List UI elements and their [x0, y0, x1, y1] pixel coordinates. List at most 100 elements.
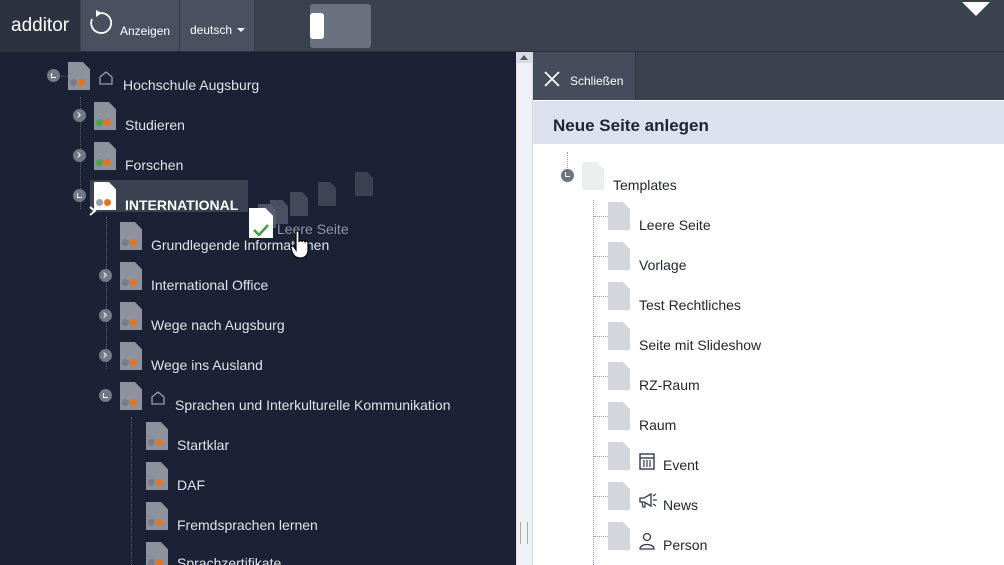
- page-icon[interactable]: [120, 342, 142, 370]
- template-vorlage[interactable]: Vorlage: [639, 257, 686, 273]
- tree-item-wege-nach-augsburg[interactable]: Wege nach Augsburg: [151, 317, 285, 333]
- tree-root-label[interactable]: Hochschule Augsburg: [123, 77, 259, 93]
- tree-item-daf[interactable]: DAF: [177, 477, 205, 493]
- expand-toggle[interactable]: [99, 349, 112, 362]
- caret-down-icon: [237, 28, 245, 32]
- templates-root-label[interactable]: Templates: [613, 177, 677, 193]
- tree-connector: [106, 217, 107, 369]
- panel-toolbar: Schließen: [533, 52, 1004, 100]
- expand-toggle[interactable]: [99, 309, 112, 322]
- page-icon[interactable]: [94, 142, 116, 170]
- expand-toggle[interactable]: [73, 109, 86, 122]
- language-dropdown[interactable]: deutsch: [180, 0, 255, 51]
- page-icon[interactable]: [146, 462, 168, 490]
- template-page-icon[interactable]: [608, 242, 630, 270]
- template-leere-seite[interactable]: Leere Seite: [639, 217, 711, 233]
- tree-connector: [594, 336, 608, 337]
- home-icon: [99, 71, 113, 85]
- page-icon[interactable]: [120, 382, 142, 410]
- tree-connector: [594, 216, 608, 217]
- tree-item-international-office[interactable]: International Office: [151, 277, 268, 293]
- tree-item-sprachen[interactable]: Sprachen und Interkulturelle Kommunikati…: [175, 397, 451, 413]
- megaphone-icon: [639, 492, 657, 508]
- template-test-rechtliches[interactable]: Test Rechtliches: [639, 297, 741, 313]
- tree-connector: [594, 296, 608, 297]
- tree-connector: [594, 376, 608, 377]
- tree-item-sprachzertifikate[interactable]: Sprachzertifikate: [177, 555, 281, 565]
- page-icon[interactable]: [120, 262, 142, 290]
- tree-connector: [593, 200, 594, 565]
- show-button-label: Anzeigen: [120, 24, 171, 38]
- close-icon: [544, 71, 560, 87]
- tree-item-international[interactable]: INTERNATIONAL: [125, 197, 238, 213]
- template-rz-raum[interactable]: RZ-Raum: [639, 377, 700, 393]
- template-person[interactable]: Person: [663, 537, 707, 553]
- drag-ghost-page: [290, 192, 308, 216]
- template-page-icon[interactable]: [608, 282, 630, 310]
- tree-connector: [594, 456, 608, 457]
- drag-ghost-page: [355, 172, 373, 196]
- collapse-toggle[interactable]: [99, 389, 112, 402]
- template-page-icon[interactable]: [608, 522, 630, 550]
- toggle-knob[interactable]: [310, 13, 324, 39]
- tree-connector: [594, 496, 608, 497]
- page-icon[interactable]: [120, 302, 142, 330]
- template-page-icon[interactable]: [608, 482, 630, 510]
- drag-label: Leere Seite: [277, 221, 349, 237]
- template-page-icon[interactable]: [608, 202, 630, 230]
- close-button-label: Schließen: [570, 74, 624, 88]
- tree-item-wege-ins-ausland[interactable]: Wege ins Ausland: [151, 357, 263, 373]
- person-icon: [639, 532, 655, 550]
- tree-connector: [594, 536, 608, 537]
- collapse-toggle[interactable]: [561, 169, 574, 182]
- menu-triangle-icon[interactable]: [962, 2, 990, 16]
- tree-item-studieren[interactable]: Studieren: [125, 117, 185, 133]
- show-button[interactable]: Anzeigen: [81, 0, 180, 51]
- mode-toggle[interactable]: [310, 4, 371, 48]
- template-page-icon[interactable]: [608, 402, 630, 430]
- collapse-toggle[interactable]: [73, 189, 86, 202]
- page-icon[interactable]: [146, 422, 168, 450]
- panel-title: Neue Seite anlegen: [553, 116, 709, 135]
- template-event[interactable]: Event: [663, 457, 699, 473]
- template-seite-mit-slideshow[interactable]: Seite mit Slideshow: [639, 337, 761, 353]
- close-button[interactable]: Schließen: [533, 52, 636, 100]
- page-icon[interactable]: [94, 102, 116, 130]
- page-icon[interactable]: [68, 62, 90, 90]
- app-logo: additor: [0, 0, 80, 51]
- template-page-icon[interactable]: [608, 362, 630, 390]
- template-raum[interactable]: Raum: [639, 417, 676, 433]
- tree-connector: [594, 256, 608, 257]
- panel-title-bar: Neue Seite anlegen: [533, 101, 1004, 144]
- page-tree: Hochschule Augsburg Studieren Forschen I…: [0, 52, 516, 565]
- refresh-icon: [90, 10, 113, 34]
- language-label: deutsch: [190, 23, 233, 37]
- home-icon: [151, 391, 165, 405]
- expand-toggle[interactable]: [99, 269, 112, 282]
- hand-cursor-icon: [290, 230, 309, 259]
- collapse-toggle[interactable]: [47, 69, 60, 82]
- drag-ghost-page: [318, 182, 336, 206]
- top-toolbar: additor Anzeigen deutsch: [0, 0, 1004, 52]
- page-icon[interactable]: [146, 502, 168, 530]
- template-page-icon[interactable]: [608, 442, 630, 470]
- expand-toggle[interactable]: [73, 149, 86, 162]
- page-icon[interactable]: [120, 222, 142, 250]
- scroll-up-icon[interactable]: [520, 55, 528, 60]
- panel-scrollbar[interactable]: [516, 52, 533, 565]
- resize-grip-icon[interactable]: [520, 522, 528, 544]
- scrollbar-thumb[interactable]: [517, 63, 532, 565]
- tree-item-startklar[interactable]: Startklar: [177, 437, 229, 453]
- page-icon[interactable]: [146, 542, 168, 565]
- chevron-right-icon: [89, 206, 97, 216]
- tree-item-forschen[interactable]: Forschen: [125, 157, 183, 173]
- template-page-icon[interactable]: [608, 322, 630, 350]
- tree-connector: [594, 416, 608, 417]
- calendar-icon: [639, 453, 655, 470]
- tree-item-fremdsprachen[interactable]: Fremdsprachen lernen: [177, 517, 318, 533]
- template-panel: Schließen Neue Seite anlegen Templates L…: [533, 52, 1004, 565]
- tree-connector: [131, 417, 132, 565]
- checkmark-icon: [253, 224, 269, 236]
- template-news[interactable]: News: [663, 497, 698, 513]
- folder-page-icon[interactable]: [582, 162, 604, 190]
